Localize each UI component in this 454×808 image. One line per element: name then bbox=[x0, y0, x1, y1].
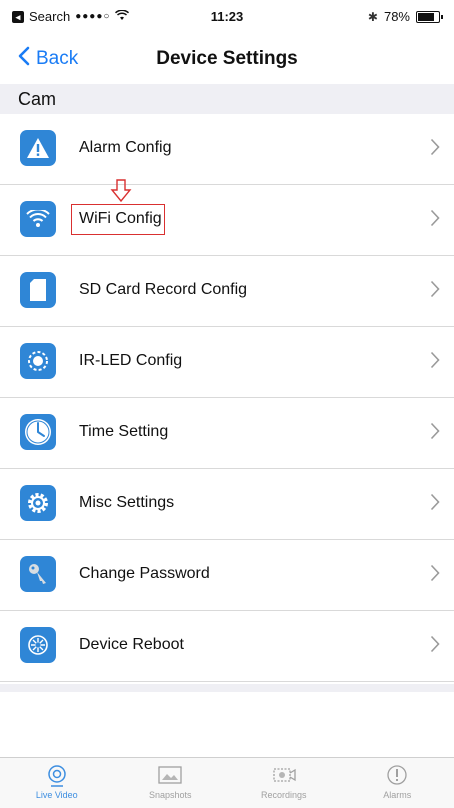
tab-live-video[interactable]: Live Video bbox=[0, 758, 114, 808]
chevron-right-icon bbox=[430, 490, 440, 518]
alarms-icon bbox=[341, 764, 454, 788]
tab-label: Snapshots bbox=[148, 790, 192, 800]
chevron-right-icon bbox=[430, 348, 440, 376]
status-bar: ◂ Search ●●●●○ 11:23 ✱ 78% bbox=[0, 0, 454, 32]
settings-item-device-reboot[interactable]: Device Reboot bbox=[0, 611, 454, 682]
settings-item-alarm-config[interactable]: Alarm Config bbox=[0, 114, 454, 185]
tab-label: Recordings bbox=[260, 790, 307, 800]
settings-item-label: WiFi Config bbox=[79, 210, 162, 227]
wifi-icon bbox=[20, 201, 56, 237]
reboot-icon bbox=[20, 627, 56, 663]
sd-card-icon bbox=[20, 272, 56, 308]
tab-alarms[interactable]: Alarms bbox=[341, 758, 454, 808]
section-header-label: Cam bbox=[18, 89, 57, 109]
settings-list: Alarm Config WiFi Config SD Card Record … bbox=[0, 114, 454, 682]
bluetooth-icon: ✱ bbox=[367, 9, 378, 24]
battery-fill bbox=[418, 12, 434, 21]
clock-icon bbox=[20, 414, 56, 450]
tab-recordings[interactable]: Recordings bbox=[227, 758, 341, 808]
battery-icon bbox=[416, 10, 443, 23]
settings-item-sd-card-record-config[interactable]: SD Card Record Config bbox=[0, 256, 454, 327]
page-title: Device Settings bbox=[156, 48, 298, 69]
recordings-icon bbox=[227, 764, 341, 788]
chevron-right-icon bbox=[430, 561, 440, 589]
settings-item-wifi-config[interactable]: WiFi Config bbox=[0, 179, 454, 256]
section-header: Cam bbox=[0, 84, 454, 114]
tab-label: Alarms bbox=[383, 790, 412, 800]
gear-icon bbox=[20, 485, 56, 521]
settings-item-misc-settings[interactable]: Misc Settings bbox=[0, 469, 454, 540]
settings-item-time-setting[interactable]: Time Setting bbox=[0, 398, 454, 469]
ir-led-icon bbox=[20, 343, 56, 379]
settings-item-label: Change Password bbox=[79, 565, 210, 582]
settings-item-label: Alarm Config bbox=[79, 139, 172, 156]
settings-item-label: Device Reboot bbox=[79, 636, 184, 653]
list-footer-separator bbox=[0, 684, 454, 692]
navigation-bar: Back Device Settings bbox=[0, 32, 454, 85]
tab-label: Live Video bbox=[35, 790, 78, 800]
chevron-right-icon bbox=[430, 277, 440, 305]
settings-item-ir-led-config[interactable]: IR-LED Config bbox=[0, 327, 454, 398]
chevron-right-icon bbox=[430, 632, 440, 660]
settings-item-change-password[interactable]: Change Password bbox=[0, 540, 454, 611]
settings-item-label: SD Card Record Config bbox=[79, 281, 248, 298]
settings-item-label: IR-LED Config bbox=[79, 352, 183, 369]
snapshots-icon bbox=[114, 764, 228, 788]
tab-snapshots[interactable]: Snapshots bbox=[114, 758, 228, 808]
chevron-right-icon bbox=[430, 135, 440, 163]
tab-bar: Live Video Snapshots Recordings Alarms bbox=[0, 757, 454, 808]
live-video-icon bbox=[0, 764, 114, 788]
alarm-warning-icon bbox=[20, 130, 56, 166]
settings-item-label: Misc Settings bbox=[79, 494, 175, 511]
chevron-right-icon bbox=[430, 419, 440, 447]
settings-item-label: Time Setting bbox=[79, 423, 169, 440]
chevron-right-icon bbox=[430, 206, 440, 234]
key-icon bbox=[20, 556, 56, 592]
battery-percent: 78% bbox=[383, 9, 410, 24]
